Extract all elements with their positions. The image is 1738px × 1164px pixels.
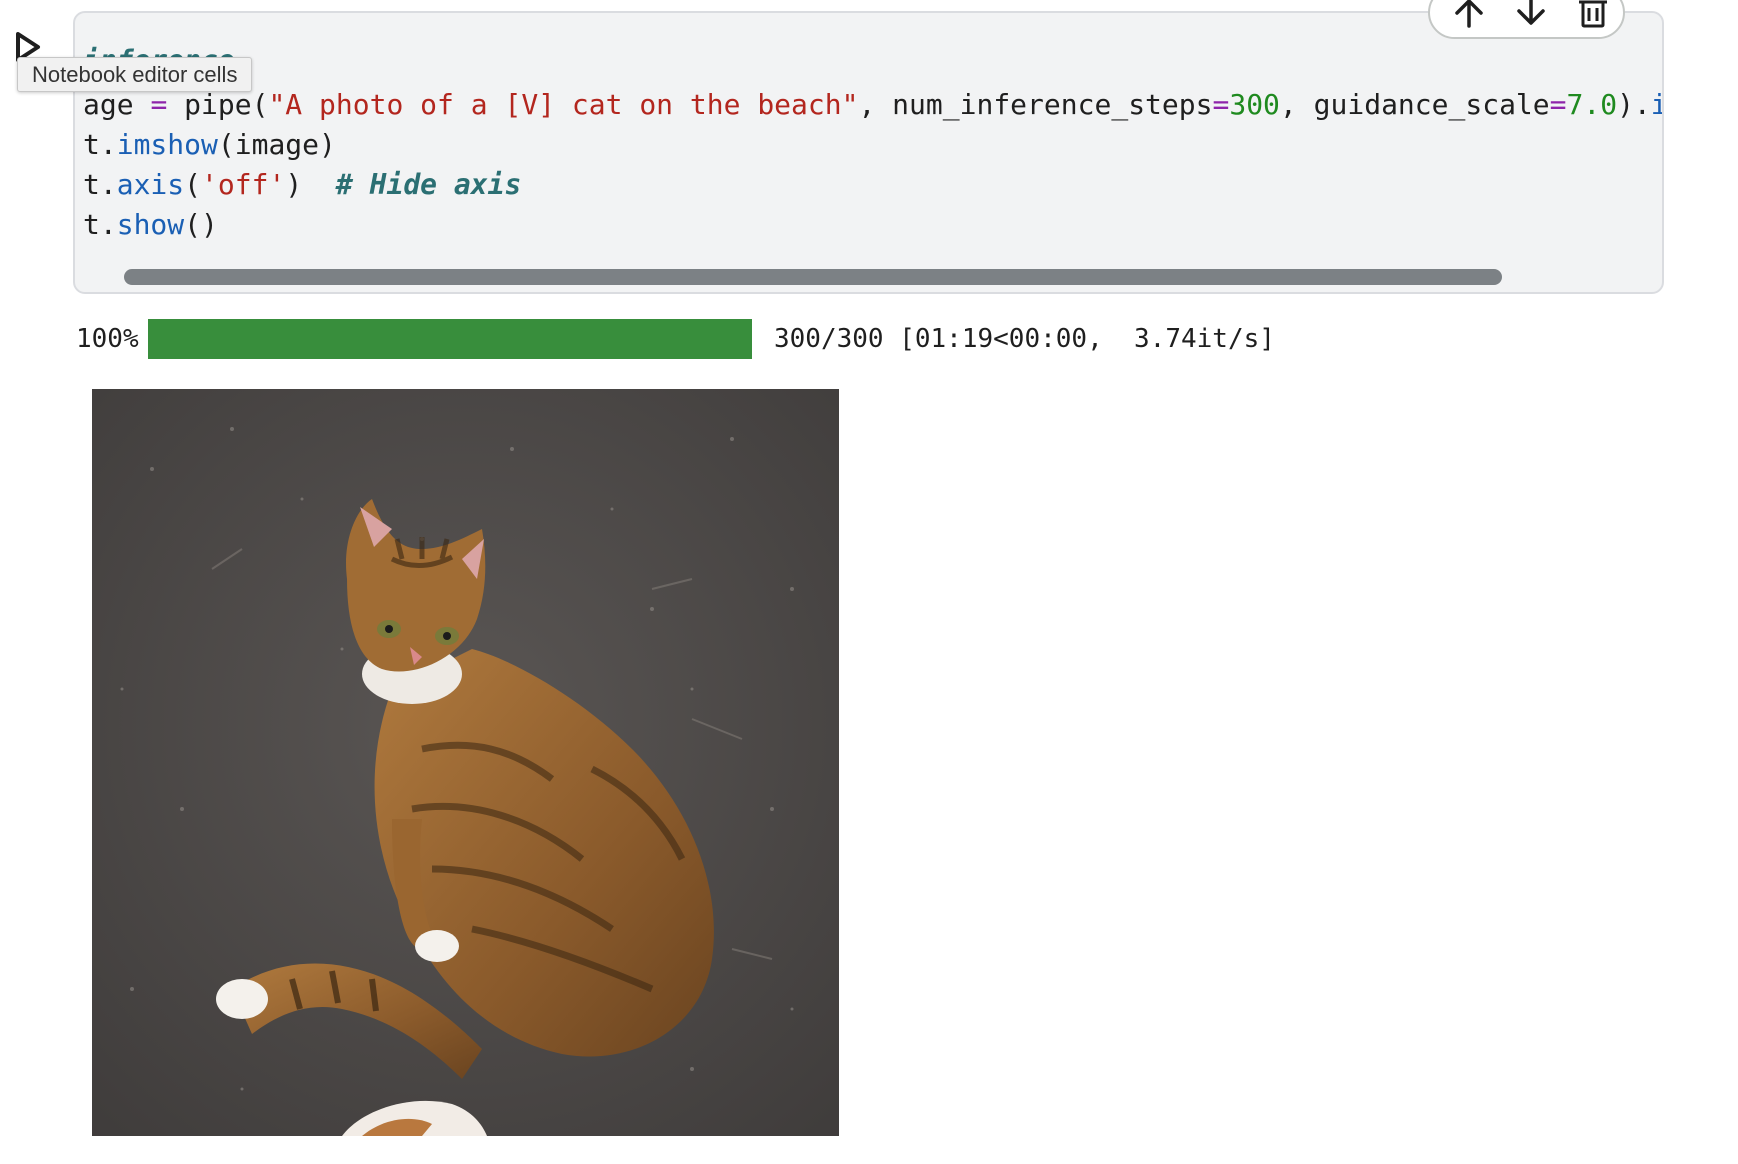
progress-stats: 300/300 [01:19<00:00, 3.74it/s] xyxy=(774,324,1275,354)
code-token: ). xyxy=(1617,88,1651,121)
arrow-up-icon xyxy=(1455,0,1483,28)
code-token: pipe( xyxy=(167,88,269,121)
code-token: = xyxy=(1549,88,1567,121)
code-token: 7.0 xyxy=(1566,88,1618,121)
code-token: ) xyxy=(285,168,336,201)
tooltip: Notebook editor cells xyxy=(17,57,253,92)
code-comment-line: inference xyxy=(83,44,1662,85)
code-token: "A photo of a [V] cat on the beach" xyxy=(268,88,859,121)
cell-toolbar xyxy=(1428,0,1625,39)
code-cell[interactable]: inferenceage = pipe("A photo of a [V] ca… xyxy=(73,11,1664,294)
horizontal-scrollbar[interactable] xyxy=(124,269,1502,285)
trash-icon xyxy=(1579,0,1607,28)
code-token: imshow xyxy=(116,128,218,161)
code-token: i xyxy=(1651,88,1662,121)
code-line-2: t.imshow(image) xyxy=(83,125,1662,165)
code-token: , guidance_scale xyxy=(1279,88,1550,121)
code-token: 300 xyxy=(1229,88,1280,121)
cat-photo-image xyxy=(92,389,839,1136)
code-token: t. xyxy=(83,168,117,201)
code-editor[interactable]: inferenceage = pipe("A photo of a [V] ca… xyxy=(83,44,1662,245)
code-line-4: t.show() xyxy=(83,205,1662,245)
code-line-3: t.axis('off') # Hide axis xyxy=(83,165,1662,205)
delete-cell-button[interactable] xyxy=(1573,0,1613,30)
arrow-down-icon xyxy=(1517,0,1545,25)
code-token: ( xyxy=(184,168,202,201)
code-token: show xyxy=(116,208,185,241)
code-token: () xyxy=(184,208,218,241)
move-down-button[interactable] xyxy=(1511,0,1551,30)
progress-percent: 100% xyxy=(76,324,139,354)
code-token: # Hide axis xyxy=(335,168,522,201)
code-token: axis xyxy=(116,168,185,201)
code-token: age xyxy=(83,88,151,121)
progress-bar xyxy=(148,319,752,359)
code-token: t. xyxy=(83,128,117,161)
code-token: , num_inference_steps xyxy=(858,88,1213,121)
code-token: = xyxy=(1212,88,1230,121)
code-token: = xyxy=(150,88,168,121)
code-token: 'off' xyxy=(201,168,286,201)
code-token: t. xyxy=(83,208,117,241)
move-up-button[interactable] xyxy=(1449,0,1489,30)
progress-bar-fill xyxy=(148,319,752,359)
code-line-1: age = pipe("A photo of a [V] cat on the … xyxy=(83,85,1662,125)
code-token: (image) xyxy=(217,128,336,161)
